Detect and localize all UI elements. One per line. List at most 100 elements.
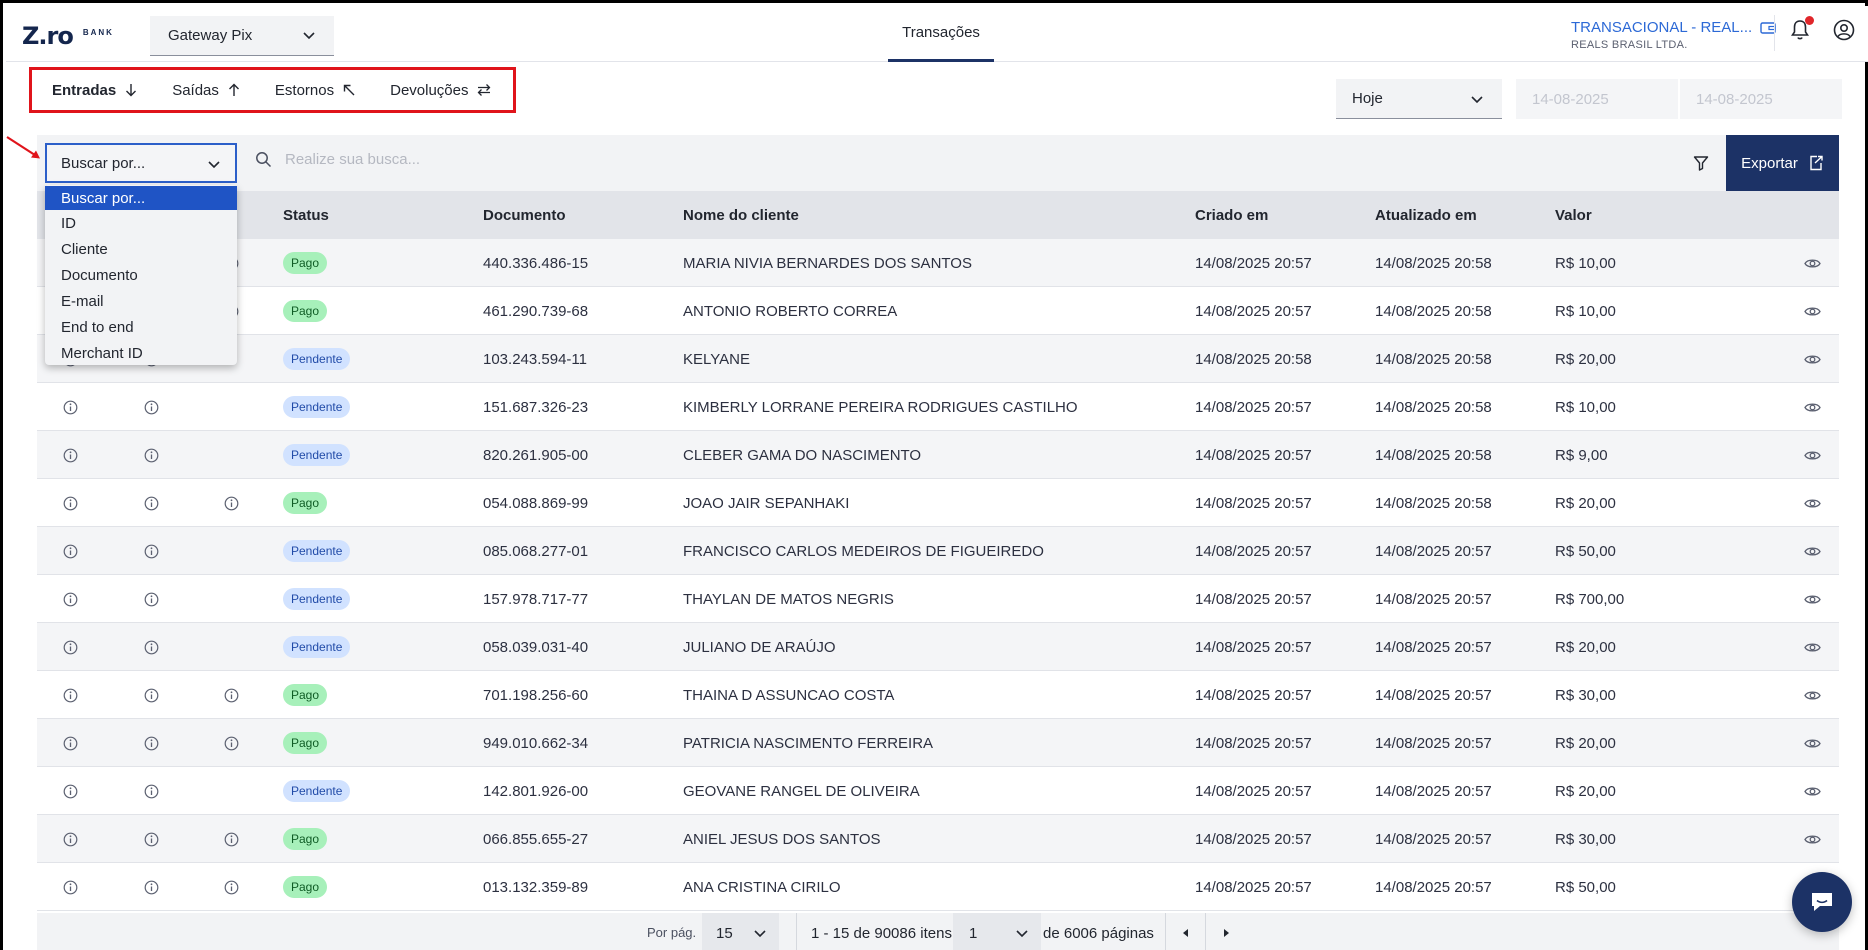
col-header-status[interactable]: Status [283, 191, 329, 239]
chat-support-button[interactable] [1792, 872, 1852, 932]
tab-transacoes[interactable]: Transações [888, 6, 994, 62]
view-details-button[interactable] [1804, 527, 1821, 575]
atualizado-cell: 14/08/2025 20:58 [1375, 494, 1492, 512]
info-icon-col2[interactable] [144, 719, 159, 767]
prev-page-button[interactable] [1165, 913, 1205, 950]
info-icon-col2[interactable] [144, 863, 159, 911]
view-details-button[interactable] [1804, 287, 1821, 335]
search-input[interactable] [285, 143, 885, 175]
tab-devolucoes[interactable]: Devoluções [390, 82, 490, 99]
account-name: TRANSACIONAL - REAL... [1571, 19, 1753, 36]
search-by-option[interactable]: E-mail [45, 288, 237, 314]
nome-cell: KELYANE [683, 350, 750, 368]
view-details-button[interactable] [1804, 671, 1821, 719]
search-by-option[interactable]: ID [45, 210, 237, 236]
table-row[interactable]: Pago 461.290.739-68 ANTONIO ROBERTO CORREA… [37, 287, 1839, 335]
table-body: Pago 440.336.486-15 MARIA NIVIA BERNARDES … [37, 239, 1839, 913]
table-row[interactable]: Pendente 103.243.594-11 KELYANE 14/08/2025 … [37, 335, 1839, 383]
account-switcher[interactable]: TRANSACIONAL - REAL... REALS BRASIL LTDA… [1571, 19, 1776, 51]
view-details-button[interactable] [1804, 239, 1821, 287]
view-details-button[interactable] [1804, 575, 1821, 623]
info-icon-col1[interactable] [63, 767, 78, 815]
view-details-button[interactable] [1804, 335, 1821, 383]
user-profile-icon[interactable] [1833, 19, 1855, 41]
info-icon-col2[interactable] [144, 527, 159, 575]
info-icon-col1[interactable] [63, 863, 78, 911]
info-icon-col3[interactable] [224, 719, 239, 767]
table-row[interactable]: Pendente 058.039.031-40 JULIANO DE ARAÚJO 1… [37, 623, 1839, 671]
documento-cell: 461.290.739-68 [483, 302, 589, 320]
eye-icon [1804, 690, 1821, 700]
info-icon-col1[interactable] [63, 383, 78, 431]
valor-cell: R$ 20,00 [1555, 782, 1616, 800]
date-to-field[interactable]: 14-08-2025 [1680, 79, 1842, 119]
table-row[interactable]: Pendente 820.261.905-00 CLEBER GAMA DO NAS… [37, 431, 1839, 479]
info-icon-col1[interactable] [63, 623, 78, 671]
info-icon-col1[interactable] [63, 815, 78, 863]
date-from-field[interactable]: 14-08-2025 [1516, 79, 1678, 119]
info-icon-col2[interactable] [144, 671, 159, 719]
product-select[interactable]: Gateway Pix [150, 16, 334, 56]
info-icon-col1[interactable] [63, 671, 78, 719]
table-row[interactable]: Pago 054.088.869-99 JOAO JAIR SEPANHAKI 14/… [37, 479, 1839, 527]
info-icon-col2[interactable] [144, 623, 159, 671]
info-icon-col2[interactable] [144, 575, 159, 623]
table-row[interactable]: Pago 066.855.655-27 ANIEL JESUS DOS SANTOS… [37, 815, 1839, 863]
search-by-option[interactable]: Buscar por... [45, 186, 237, 210]
info-icon-col2[interactable] [144, 479, 159, 527]
search-by-option[interactable]: End to end [45, 314, 237, 340]
zro-bank-logo[interactable]: Z.ro BANK [22, 22, 114, 50]
top-bar: Z.ro BANK Gateway Pix Transações TRANSAC… [6, 6, 1868, 62]
view-details-button[interactable] [1804, 815, 1821, 863]
per-page-select[interactable]: 15 [702, 913, 779, 950]
page-select[interactable]: 1 [953, 913, 1041, 950]
table-row[interactable]: Pendente 085.068.277-01 FRANCISCO CARLOS M… [37, 527, 1839, 575]
info-icon-col2[interactable] [144, 383, 159, 431]
period-select[interactable]: Hoje [1336, 79, 1502, 119]
info-icon-col2[interactable] [144, 767, 159, 815]
table-row[interactable]: Pendente 142.801.926-00 GEOVANE RANGEL DE … [37, 767, 1839, 815]
export-button[interactable]: Exportar [1726, 135, 1839, 191]
next-page-button[interactable] [1205, 913, 1245, 950]
criado-cell: 14/08/2025 20:57 [1195, 782, 1312, 800]
info-icon-col2[interactable] [144, 815, 159, 863]
info-icon-col1[interactable] [63, 431, 78, 479]
col-header-valor[interactable]: Valor [1555, 191, 1592, 239]
tab-estornos[interactable]: Estornos [275, 82, 356, 99]
search-by-option[interactable]: Merchant ID [45, 340, 237, 366]
table-row[interactable]: Pago 013.132.359-89 ANA CRISTINA CIRILO 14/… [37, 863, 1839, 911]
search-icon [256, 152, 272, 168]
search-by-select[interactable]: Buscar por... [45, 143, 237, 183]
view-details-button[interactable] [1804, 719, 1821, 767]
table-row[interactable]: Pago 949.010.662-34 PATRICIA NASCIMENTO FE… [37, 719, 1839, 767]
view-details-button[interactable] [1804, 431, 1821, 479]
info-icon-col3[interactable] [224, 479, 239, 527]
col-header-nome[interactable]: Nome do cliente [683, 191, 799, 239]
col-header-criado[interactable]: Criado em [1195, 191, 1268, 239]
status-badge: Pendente [283, 444, 351, 466]
info-icon-col2[interactable] [144, 431, 159, 479]
filter-icon[interactable] [1693, 155, 1709, 171]
tab-saidas[interactable]: Saídas [172, 82, 241, 99]
info-icon-col1[interactable] [63, 575, 78, 623]
search-by-option[interactable]: Cliente [45, 236, 237, 262]
info-icon-col3[interactable] [224, 815, 239, 863]
search-by-option[interactable]: Documento [45, 262, 237, 288]
info-icon-col1[interactable] [63, 527, 78, 575]
eye-icon [1804, 402, 1821, 412]
col-header-atualizado[interactable]: Atualizado em [1375, 191, 1477, 239]
table-row[interactable]: Pago 701.198.256-60 THAINA D ASSUNCAO COST… [37, 671, 1839, 719]
info-icon-col3[interactable] [224, 863, 239, 911]
info-icon-col1[interactable] [63, 479, 78, 527]
table-row[interactable]: Pendente 157.978.717-77 THAYLAN DE MATOS N… [37, 575, 1839, 623]
table-row[interactable]: Pago 440.336.486-15 MARIA NIVIA BERNARDES … [37, 239, 1839, 287]
view-details-button[interactable] [1804, 383, 1821, 431]
info-icon-col3[interactable] [224, 671, 239, 719]
view-details-button[interactable] [1804, 479, 1821, 527]
view-details-button[interactable] [1804, 623, 1821, 671]
info-icon-col1[interactable] [63, 719, 78, 767]
view-details-button[interactable] [1804, 767, 1821, 815]
tab-entradas[interactable]: Entradas [52, 82, 138, 99]
col-header-documento[interactable]: Documento [483, 191, 566, 239]
table-row[interactable]: Pendente 151.687.326-23 KIMBERLY LORRANE P… [37, 383, 1839, 431]
